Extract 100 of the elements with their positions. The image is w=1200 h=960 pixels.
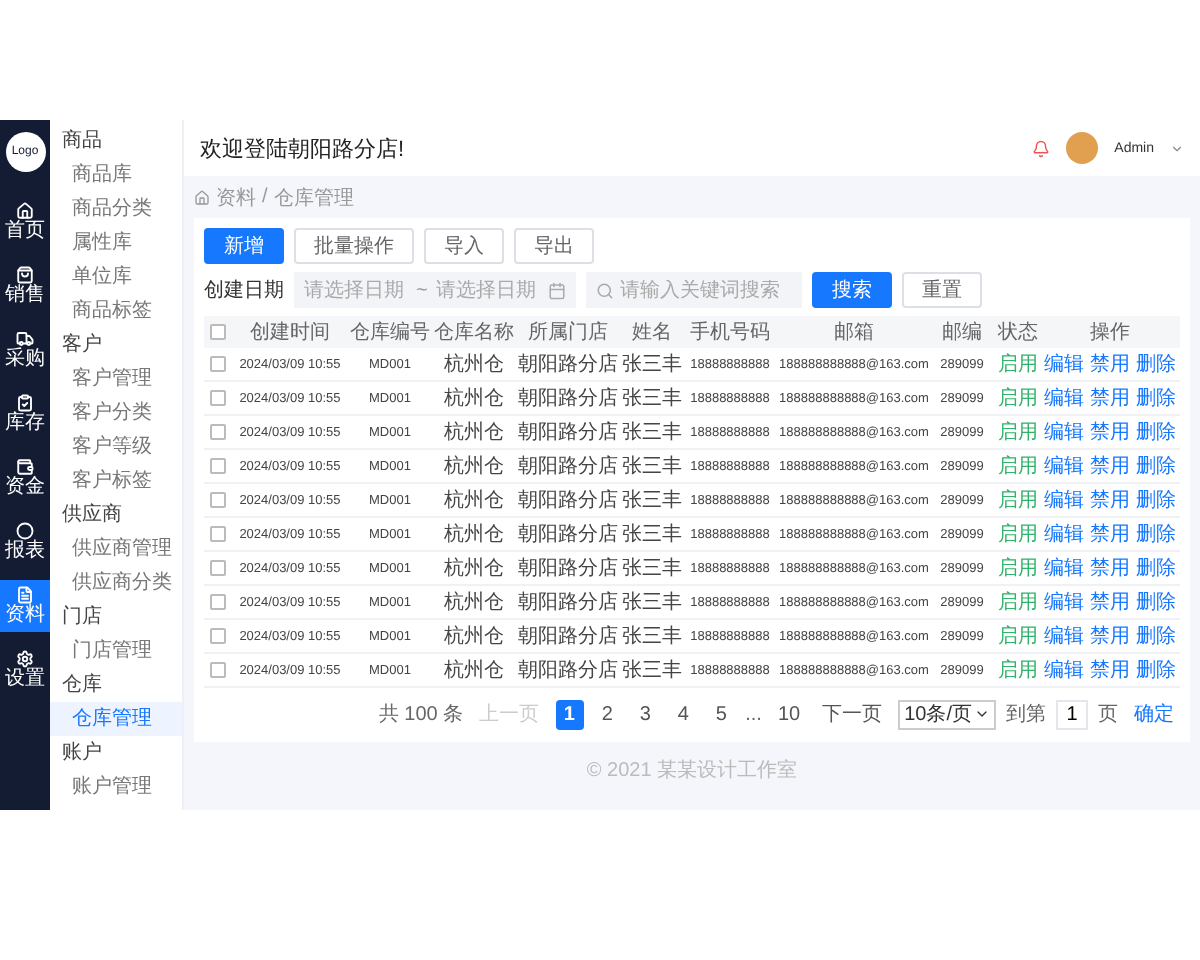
status-text: 启用 (996, 623, 1040, 650)
action-link[interactable]: 禁用 (1090, 520, 1130, 548)
action-link[interactable]: 禁用 (1090, 350, 1130, 378)
menu-group-title: 仓库 (60, 671, 104, 700)
menu-item[interactable]: 客户标签 (50, 464, 182, 498)
menu-item[interactable]: 账户管理 (50, 770, 182, 804)
action-link[interactable]: 编辑 (1044, 486, 1084, 514)
reset-button[interactable]: 重置 (901, 272, 982, 308)
action-link[interactable]: 禁用 (1090, 486, 1130, 514)
nav-item[interactable]: 资金 (0, 452, 50, 504)
row-checkbox[interactable] (210, 492, 226, 508)
status-text: 启用 (996, 385, 1040, 412)
action-link[interactable]: 删除 (1136, 350, 1176, 378)
action-link[interactable]: 禁用 (1090, 554, 1130, 582)
column-header: 所属门店 (526, 319, 610, 346)
menu-item[interactable]: 客户分类 (50, 396, 182, 430)
action-link[interactable]: 删除 (1136, 486, 1176, 514)
end-date-field[interactable]: 请选择日期 (435, 279, 540, 301)
action-link[interactable]: 编辑 (1044, 452, 1084, 480)
menu-item[interactable]: 供应商管理 (50, 532, 182, 566)
menu-item[interactable]: 属性库 (50, 226, 182, 260)
home-icon (194, 189, 210, 205)
row-checkbox[interactable] (210, 628, 226, 644)
toolbar-button[interactable]: 批量操作 (294, 228, 414, 264)
page-button[interactable]: 1 (555, 699, 584, 729)
menu-item[interactable]: 门店管理 (50, 634, 182, 668)
row-checkbox[interactable] (210, 526, 226, 542)
menu-item[interactable]: 供应商分类 (50, 566, 182, 600)
start-date-field[interactable]: 请选择日期 (304, 279, 408, 301)
row-checkbox[interactable] (210, 594, 226, 610)
action-link[interactable]: 编辑 (1044, 622, 1084, 650)
nav-item[interactable]: 首页 (0, 196, 50, 248)
menu-item[interactable]: 商品标签 (50, 294, 182, 328)
action-link[interactable]: 编辑 (1044, 588, 1084, 616)
breadcrumb-item[interactable]: 资料 (216, 183, 256, 211)
next-page-button[interactable]: 下一页 (816, 699, 889, 729)
caret-icon[interactable] (1170, 141, 1184, 155)
toolbar-button[interactable]: 导入 (424, 228, 504, 264)
action-link[interactable]: 删除 (1136, 554, 1176, 582)
row-checkbox[interactable] (210, 390, 226, 406)
page-button[interactable]: 4 (669, 699, 698, 729)
action-link[interactable]: 禁用 (1090, 384, 1130, 412)
menu-item[interactable]: 客户等级 (50, 430, 182, 464)
status-text: 启用 (996, 351, 1040, 378)
action-link[interactable]: 删除 (1136, 384, 1176, 412)
nav-item[interactable]: 销售 (0, 260, 50, 312)
action-link[interactable]: 删除 (1136, 656, 1176, 684)
add-button[interactable]: 新增 (204, 228, 284, 264)
menu-group-title: 客户 (60, 331, 104, 360)
table-cell-text: 张三丰 (620, 589, 684, 616)
action-link[interactable]: 编辑 (1044, 656, 1084, 684)
menu-item[interactable]: 商品库 (50, 158, 182, 192)
action-link[interactable]: 编辑 (1044, 418, 1084, 446)
table-cell-text: 张三丰 (620, 487, 684, 514)
action-link[interactable]: 禁用 (1090, 588, 1130, 616)
action-link[interactable]: 删除 (1136, 622, 1176, 650)
nav-item[interactable]: 设置 (0, 644, 50, 696)
column-header: 创建时间 (248, 319, 332, 346)
bell-icon[interactable] (1032, 139, 1051, 157)
menu-item[interactable]: 客户管理 (50, 362, 182, 396)
confirm-button[interactable]: 确定 (1128, 699, 1180, 729)
nav-item[interactable]: 报表 (0, 516, 50, 568)
avatar-icon[interactable] (1066, 132, 1099, 164)
action-link[interactable]: 编辑 (1044, 350, 1084, 378)
nav-item[interactable]: 采购 (0, 324, 50, 376)
menu-item[interactable]: 仓库管理 (50, 702, 182, 736)
row-checkbox[interactable] (210, 662, 226, 678)
table-cell-text: 朝阳路分店 (516, 487, 620, 514)
search-button[interactable]: 搜索 (811, 272, 892, 308)
row-checkbox[interactable] (210, 356, 226, 372)
page-button[interactable]: 10 (771, 699, 807, 729)
action-link[interactable]: 禁用 (1090, 622, 1130, 650)
menu-item[interactable]: 单位库 (50, 260, 182, 294)
action-link[interactable]: 禁用 (1090, 418, 1130, 446)
nav-item[interactable]: 库存 (0, 388, 50, 440)
page-size-select[interactable]: 10条/页 (898, 699, 996, 729)
page-button[interactable]: 3 (631, 699, 660, 729)
row-checkbox[interactable] (210, 560, 226, 576)
select-all-checkbox[interactable] (210, 324, 226, 340)
row-checkbox[interactable] (210, 458, 226, 474)
page-button[interactable]: 5 (707, 699, 736, 729)
nav-item[interactable]: 资料 (0, 580, 50, 632)
row-checkbox[interactable] (210, 424, 226, 440)
breadcrumb-item[interactable]: 仓库管理 (273, 183, 354, 211)
action-link[interactable]: 删除 (1136, 520, 1176, 548)
action-link[interactable]: 删除 (1136, 588, 1176, 616)
action-link[interactable]: 删除 (1136, 418, 1176, 446)
menu-item[interactable]: 商品分类 (50, 192, 182, 226)
table-cell-text: 杭州仓 (442, 521, 506, 548)
action-link[interactable]: 禁用 (1090, 452, 1130, 480)
action-link[interactable]: 编辑 (1044, 554, 1084, 582)
toolbar-button[interactable]: 导出 (514, 228, 594, 264)
table-cell-text: 杭州仓 (442, 453, 506, 480)
page-input[interactable]: 1 (1056, 699, 1088, 729)
action-link[interactable]: 禁用 (1090, 656, 1130, 684)
status-text: 启用 (996, 487, 1040, 514)
action-link[interactable]: 编辑 (1044, 384, 1084, 412)
action-link[interactable]: 删除 (1136, 452, 1176, 480)
page-button[interactable]: 2 (593, 699, 622, 729)
action-link[interactable]: 编辑 (1044, 520, 1084, 548)
